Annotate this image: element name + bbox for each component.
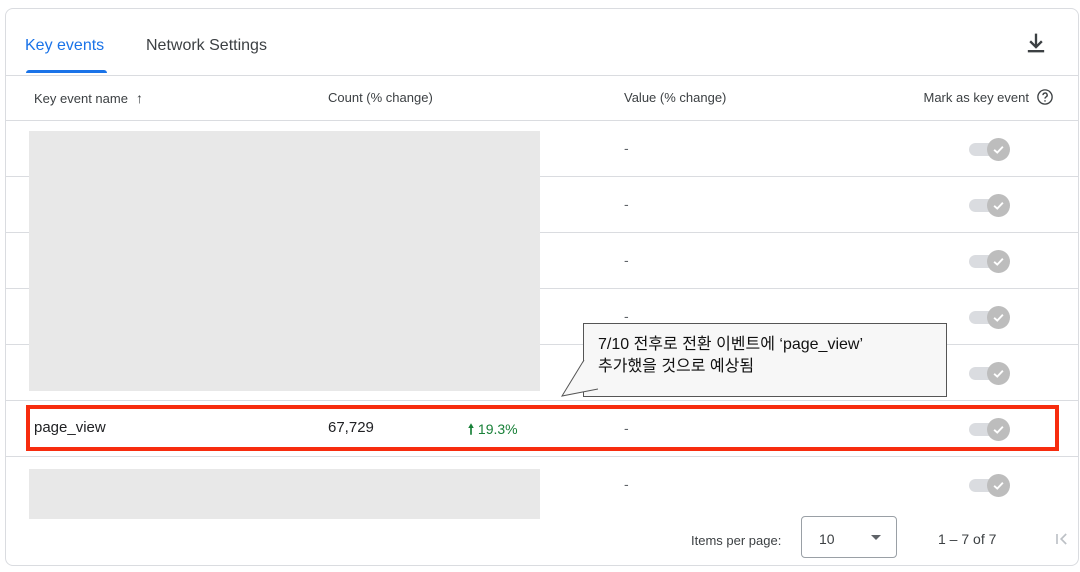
items-per-page-select[interactable]: 10 <box>801 516 897 558</box>
check-icon <box>993 314 1004 322</box>
annotation-line-2: 추가했을 것으로 예상됨 <box>598 358 755 375</box>
column-header-value[interactable]: Value (% change) <box>624 90 726 105</box>
key-events-card: Key events Network Settings Key event na… <box>5 8 1079 566</box>
toggle-thumb <box>987 250 1010 273</box>
tab-network-settings[interactable]: Network Settings <box>146 37 267 55</box>
download-icon <box>1027 33 1045 53</box>
table-row-page-view[interactable]: page_view 67,729 🠕 19.3% - <box>6 401 1078 457</box>
toggle-thumb <box>987 362 1010 385</box>
pagination-range: 1 – 7 of 7 <box>938 531 997 547</box>
key-event-toggle[interactable] <box>969 194 1013 217</box>
key-event-toggle[interactable] <box>969 138 1013 161</box>
cell-value: - <box>624 252 629 268</box>
tab-bar: Key events Network Settings <box>6 9 1078 76</box>
cell-value: - <box>624 308 629 324</box>
key-event-toggle[interactable] <box>969 418 1013 441</box>
toggle-thumb <box>987 474 1010 497</box>
download-button[interactable] <box>1022 29 1050 57</box>
toggle-thumb <box>987 138 1010 161</box>
first-page-icon[interactable] <box>1052 529 1072 549</box>
check-icon <box>993 202 1004 210</box>
check-icon <box>993 146 1004 154</box>
callout-tail <box>560 359 598 397</box>
cell-value: - <box>624 140 629 156</box>
column-header-name[interactable]: Key event name ↑ <box>34 90 143 106</box>
annotation-line-1: 7/10 전후로 전환 이벤트에 ‘page_view’ <box>598 336 864 353</box>
cell-value: - <box>624 476 629 492</box>
chevron-down-icon <box>871 535 881 540</box>
column-header-mark: Mark as key event <box>923 90 1030 105</box>
key-event-toggle[interactable] <box>969 362 1013 385</box>
table-header: Key event name ↑ Count (% change) Value (… <box>6 75 1078 121</box>
key-event-toggle[interactable] <box>969 474 1013 497</box>
toggle-thumb <box>987 194 1010 217</box>
key-event-toggle[interactable] <box>969 306 1013 329</box>
cell-value: - <box>624 420 629 436</box>
redacted-area <box>29 131 540 391</box>
cell-count: 67,729 <box>328 419 374 436</box>
help-circle-icon[interactable] <box>1036 88 1054 106</box>
sort-ascending-icon: ↑ <box>135 90 143 106</box>
active-tab-indicator <box>26 70 107 73</box>
column-header-name-label: Key event name <box>34 91 128 106</box>
key-event-toggle[interactable] <box>969 250 1013 273</box>
toggle-thumb <box>987 306 1010 329</box>
cell-value: - <box>624 196 629 212</box>
check-icon <box>993 482 1004 490</box>
check-icon <box>993 370 1004 378</box>
arrow-up-icon: 🠕 <box>468 421 475 437</box>
cell-event-name: page_view <box>34 419 106 436</box>
check-icon <box>993 426 1004 434</box>
items-per-page-label: Items per page: <box>691 533 782 548</box>
tab-key-events[interactable]: Key events <box>25 37 104 55</box>
annotation-callout: 7/10 전후로 전환 이벤트에 ‘page_view’ 추가했을 것으로 예상… <box>583 323 947 397</box>
cell-count-change-value: 19.3% <box>477 421 518 437</box>
items-per-page-value: 10 <box>819 531 835 547</box>
check-icon <box>993 258 1004 266</box>
toggle-thumb <box>987 418 1010 441</box>
cell-count-change: 🠕 19.3% <box>468 419 518 443</box>
pagination-footer: Items per page: 10 1 – 7 of 7 <box>6 511 1078 565</box>
column-header-count[interactable]: Count (% change) <box>328 90 433 105</box>
